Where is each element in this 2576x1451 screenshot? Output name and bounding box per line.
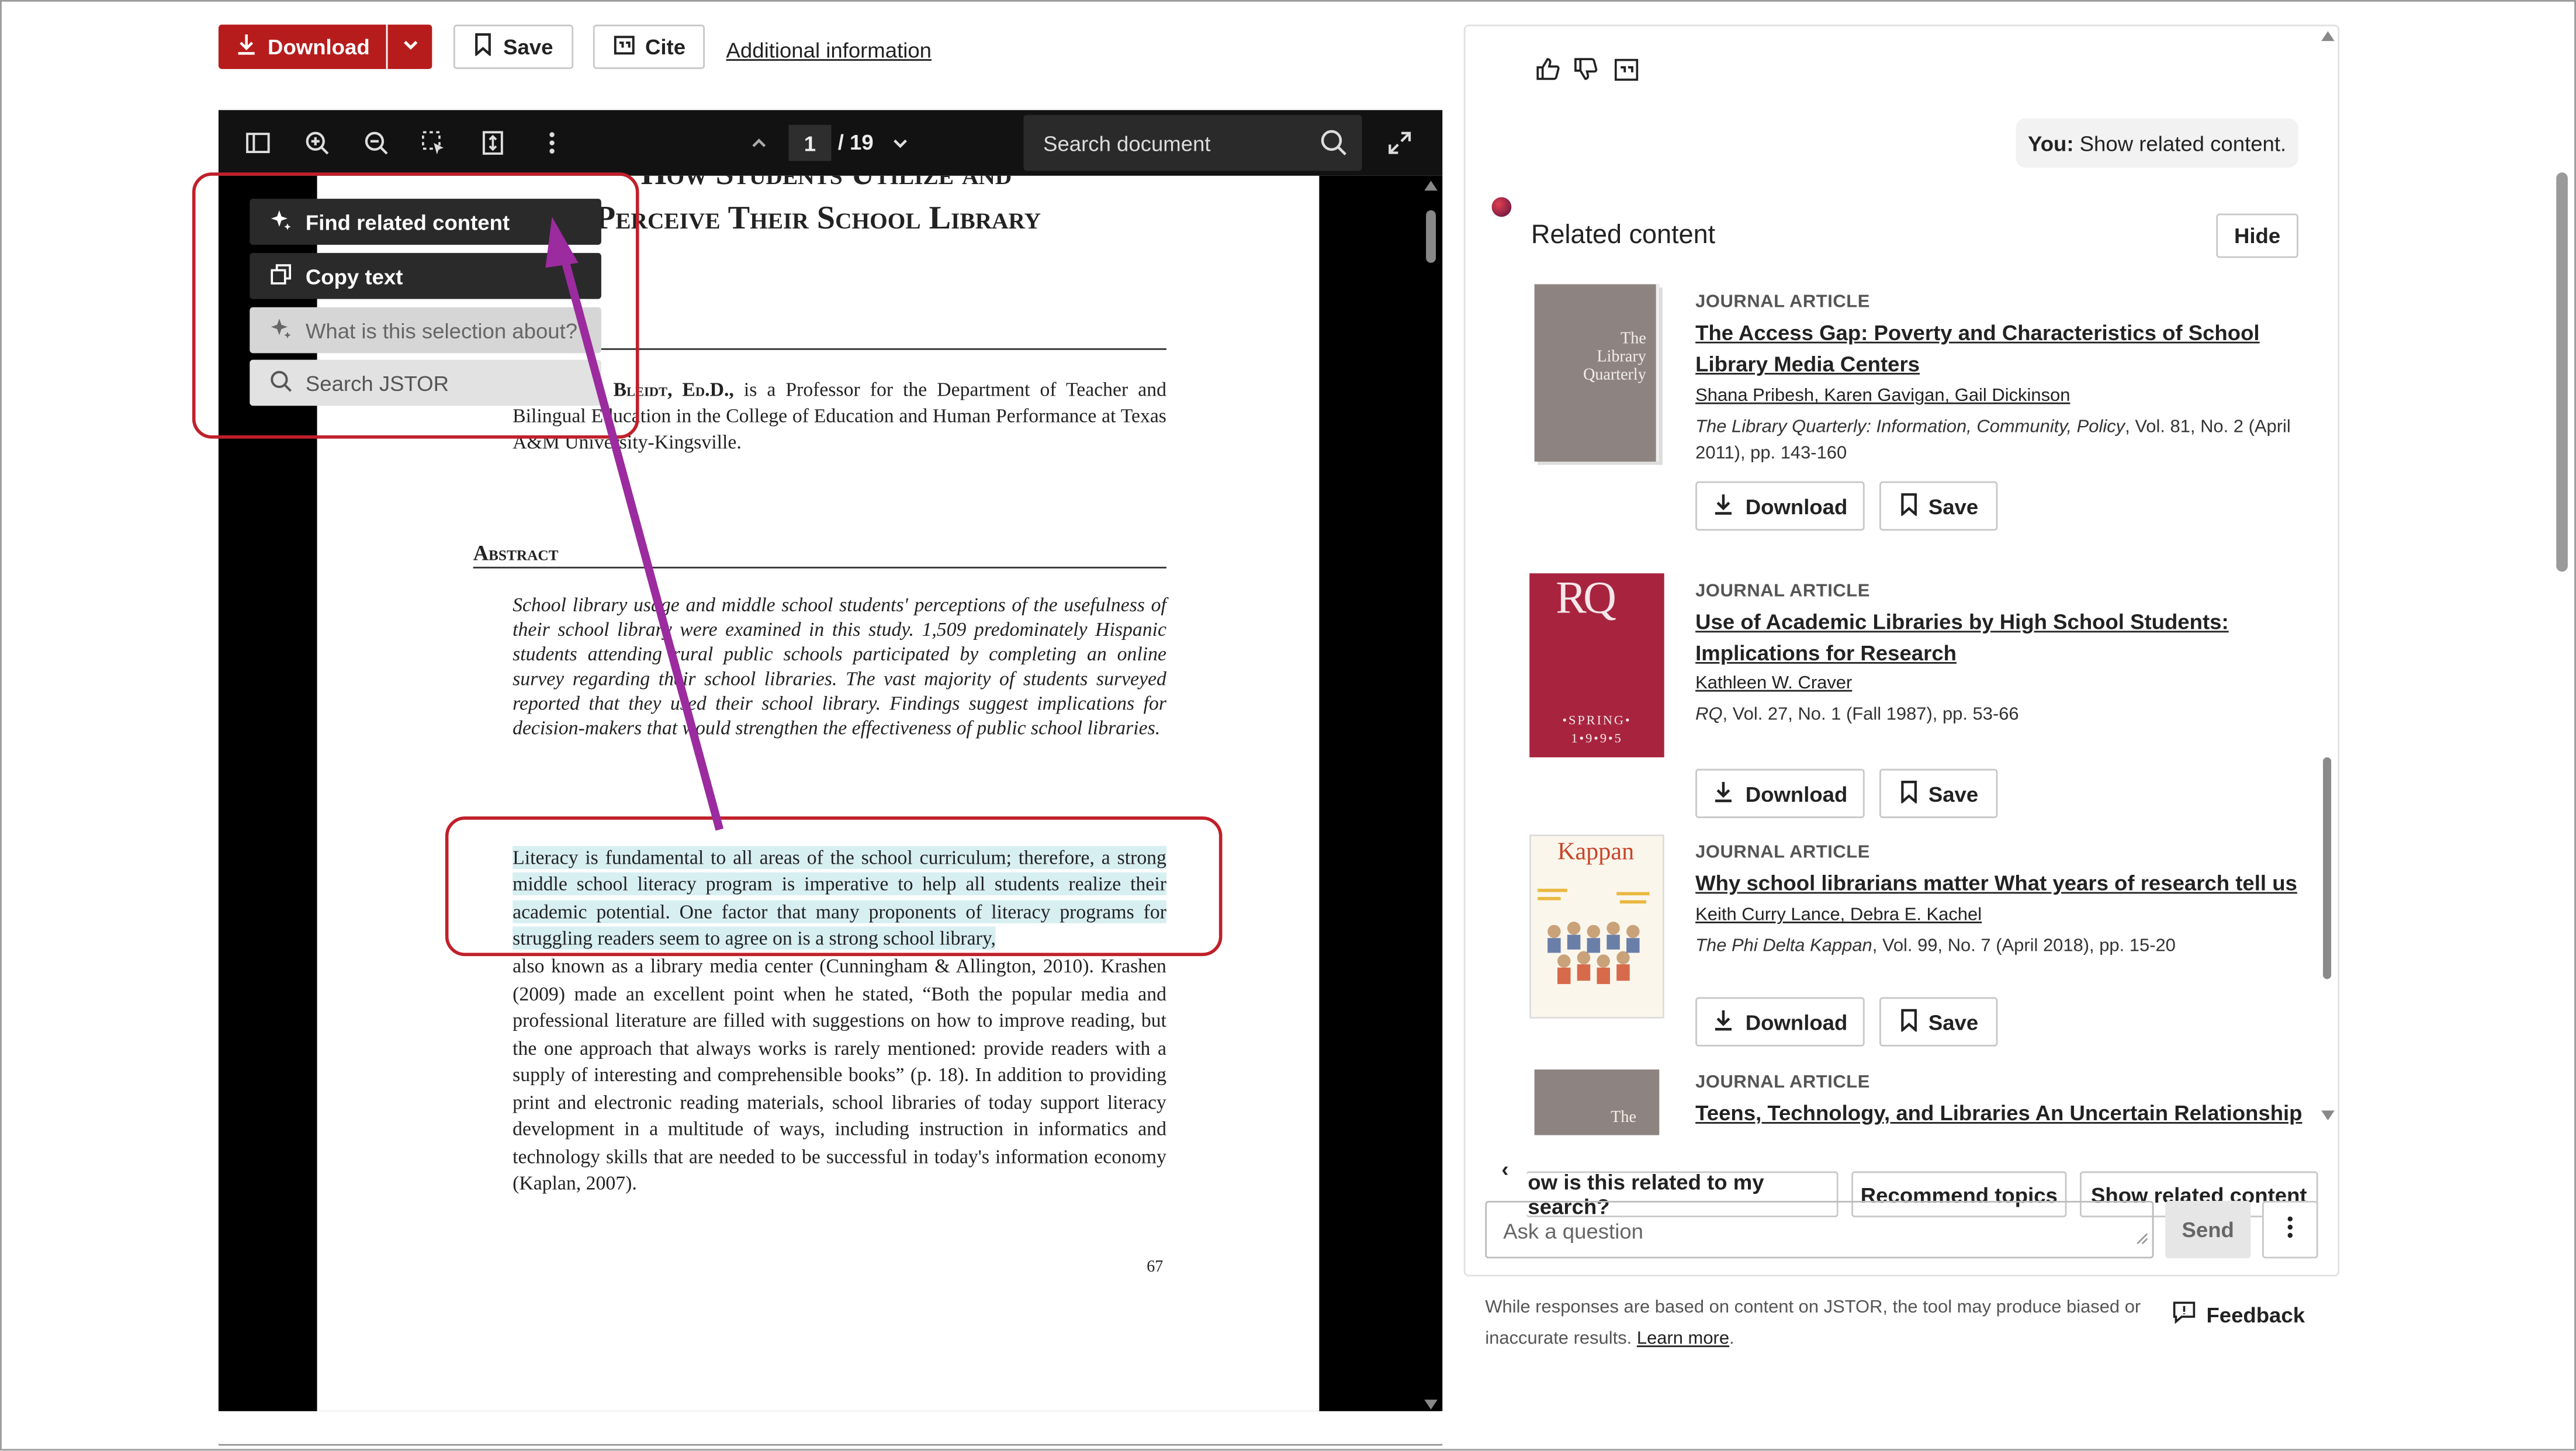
disclaimer-period: . xyxy=(1729,1329,1734,1349)
download-label: Download xyxy=(1745,1009,1848,1034)
download-icon xyxy=(1713,492,1736,520)
scroll-down-arrow[interactable] xyxy=(1424,1400,1438,1410)
author-link[interactable]: Keith Curry Lance xyxy=(1695,905,1840,925)
journal-details: , Vol. 27, No. 1 (Fall 1987), pp. 53-66 xyxy=(1722,705,2019,725)
chips-scroll-left-icon[interactable]: ‹ xyxy=(1501,1156,1508,1181)
bookmark-icon xyxy=(1899,780,1919,808)
download-label: Download xyxy=(1745,493,1848,518)
viewer-bottom-rule xyxy=(218,1444,1443,1446)
send-button[interactable]: Send xyxy=(2165,1200,2251,1259)
journal-name: The Library Quarterly: Information, Comm… xyxy=(1695,417,2125,437)
disclaimer-text: While responses are based on content on … xyxy=(1485,1297,2141,1349)
article-authors: Kathleen W. Craver xyxy=(1695,674,1852,694)
thumbs-up-icon[interactable] xyxy=(1535,56,1561,91)
journal-name: RQ xyxy=(1695,705,1723,725)
journal-name: The Phi Delta Kappan xyxy=(1695,936,1872,957)
more-options-icon xyxy=(2287,1215,2293,1244)
related-content-heading: Related content xyxy=(1531,221,1716,250)
ask-question-placeholder: Ask a question xyxy=(1503,1218,1643,1244)
save-label: Save xyxy=(1928,493,1979,518)
article-download-button[interactable]: Download xyxy=(1695,997,1865,1047)
assistant-avatar xyxy=(1491,197,1512,217)
feedback-label: Feedback xyxy=(2206,1301,2305,1327)
article-save-button[interactable]: Save xyxy=(1879,997,1998,1047)
related-article: RQ •SPRING• 1•9•9•5 JOURNAL ARTICLE Use … xyxy=(1529,573,2319,825)
annotation-arrow xyxy=(545,217,724,831)
download-icon xyxy=(1713,780,1736,808)
page-number: 67 xyxy=(1147,1258,1164,1277)
article-source: The Library Quarterly: Information, Comm… xyxy=(1695,414,2303,466)
related-article: The JOURNAL ARTICLE Teens, Technology, a… xyxy=(1531,1069,2319,1135)
disclaimer: While responses are based on content on … xyxy=(1485,1293,2151,1355)
article-save-button[interactable]: Save xyxy=(1879,481,1998,531)
journal-cover-title: RQ xyxy=(1556,573,1616,625)
learn-more-link[interactable]: Learn more xyxy=(1637,1329,1729,1349)
download-icon xyxy=(1713,1008,1736,1036)
article-title-link[interactable]: Why school librarians matter What years … xyxy=(1695,867,2303,898)
article-type: JOURNAL ARTICLE xyxy=(1695,843,1870,863)
journal-details: , Vol. 99, No. 7 (April 2018), pp. 15-20 xyxy=(1872,936,2176,957)
journal-cover-subtitle: •SPRING• 1•9•9•5 xyxy=(1562,713,1632,746)
journal-cover-title: Kappan xyxy=(1557,839,1635,866)
article-download-button[interactable]: Download xyxy=(1695,481,1865,531)
save-label: Save xyxy=(1928,1009,1979,1034)
author-link[interactable]: Karen Gavigan xyxy=(1824,386,1944,406)
article-title-link[interactable]: Use of Academic Libraries by High School… xyxy=(1695,606,2238,669)
feedback-icon xyxy=(2172,1300,2196,1329)
journal-cover[interactable]: Kappan xyxy=(1529,834,1664,1019)
assistant-panel: You: Show related content. Related conte… xyxy=(1463,25,2340,1277)
article-title-link[interactable]: The Access Gap: Poverty and Characterist… xyxy=(1695,317,2303,380)
journal-cover-title: The Library Quarterly xyxy=(1583,330,1646,385)
app-root: Download Save Cite Additional informatio… xyxy=(0,0,2576,1451)
ask-question-input[interactable]: Ask a question xyxy=(1485,1200,2154,1259)
bookmark-icon xyxy=(1899,492,1919,520)
user-message-bubble: You: Show related content. xyxy=(2016,118,2298,168)
article-source: The Phi Delta Kappan, Vol. 99, No. 7 (Ap… xyxy=(1695,933,2303,960)
panel-scroll-up-arrow[interactable] xyxy=(2321,31,2335,41)
journal-cover-title: The xyxy=(1611,1109,1636,1127)
bookmark-icon xyxy=(1899,1008,1919,1036)
author-link[interactable]: Kathleen W. Craver xyxy=(1695,674,1852,694)
download-label: Download xyxy=(1745,781,1848,806)
article-source: RQ, Vol. 27, No. 1 (Fall 1987), pp. 53-6… xyxy=(1695,701,2303,728)
author-link[interactable]: Shana Pribesh xyxy=(1695,386,1814,406)
article-title-link[interactable]: Teens, Technology, and Libraries An Unce… xyxy=(1695,1097,2303,1128)
chat-more-options-button[interactable] xyxy=(2262,1200,2318,1259)
cite-response-icon[interactable] xyxy=(1614,56,1640,91)
article-type: JOURNAL ARTICLE xyxy=(1695,292,1870,313)
resize-handle-icon[interactable] xyxy=(2136,1224,2149,1253)
article-save-button[interactable]: Save xyxy=(1879,768,1998,818)
user-message-prefix: You: xyxy=(2028,130,2074,155)
article-authors: Shana Pribesh, Karen Gavigan, Gail Dicki… xyxy=(1695,386,2071,406)
panel-scrollbar-thumb[interactable] xyxy=(2323,757,2332,979)
thumbs-down-icon[interactable] xyxy=(1572,56,1598,91)
user-message-text: Show related content. xyxy=(2073,130,2287,155)
article-download-button[interactable]: Download xyxy=(1695,768,1865,818)
related-article: The Library Quarterly JOURNAL ARTICLE Th… xyxy=(1531,284,2319,552)
body-paragraph: also known as a library media center (Cu… xyxy=(513,954,1166,1194)
hide-button[interactable]: Hide xyxy=(2216,213,2298,258)
author-link[interactable]: Debra E. Kachel xyxy=(1850,905,1982,925)
author-link[interactable]: Gail Dickinson xyxy=(1955,386,2071,406)
cover-illustration xyxy=(1538,888,1650,984)
journal-cover[interactable]: The Library Quarterly xyxy=(1534,284,1660,462)
page-scrollbar-thumb[interactable] xyxy=(2556,172,2568,572)
journal-cover[interactable]: RQ •SPRING• 1•9•9•5 xyxy=(1529,573,1664,757)
article-type: JOURNAL ARTICLE xyxy=(1695,581,1870,601)
save-label: Save xyxy=(1928,781,1979,806)
journal-cover[interactable]: The xyxy=(1534,1069,1660,1135)
panel-scroll-down-arrow[interactable] xyxy=(2321,1110,2335,1121)
article-type: JOURNAL ARTICLE xyxy=(1695,1072,1870,1093)
article-authors: Keith Curry Lance, Debra E. Kachel xyxy=(1695,905,1982,925)
feedback-button[interactable]: Feedback xyxy=(2172,1300,2305,1329)
related-article: Kappan JOURNAL ARTICLE Why school librar… xyxy=(1529,834,2319,1086)
